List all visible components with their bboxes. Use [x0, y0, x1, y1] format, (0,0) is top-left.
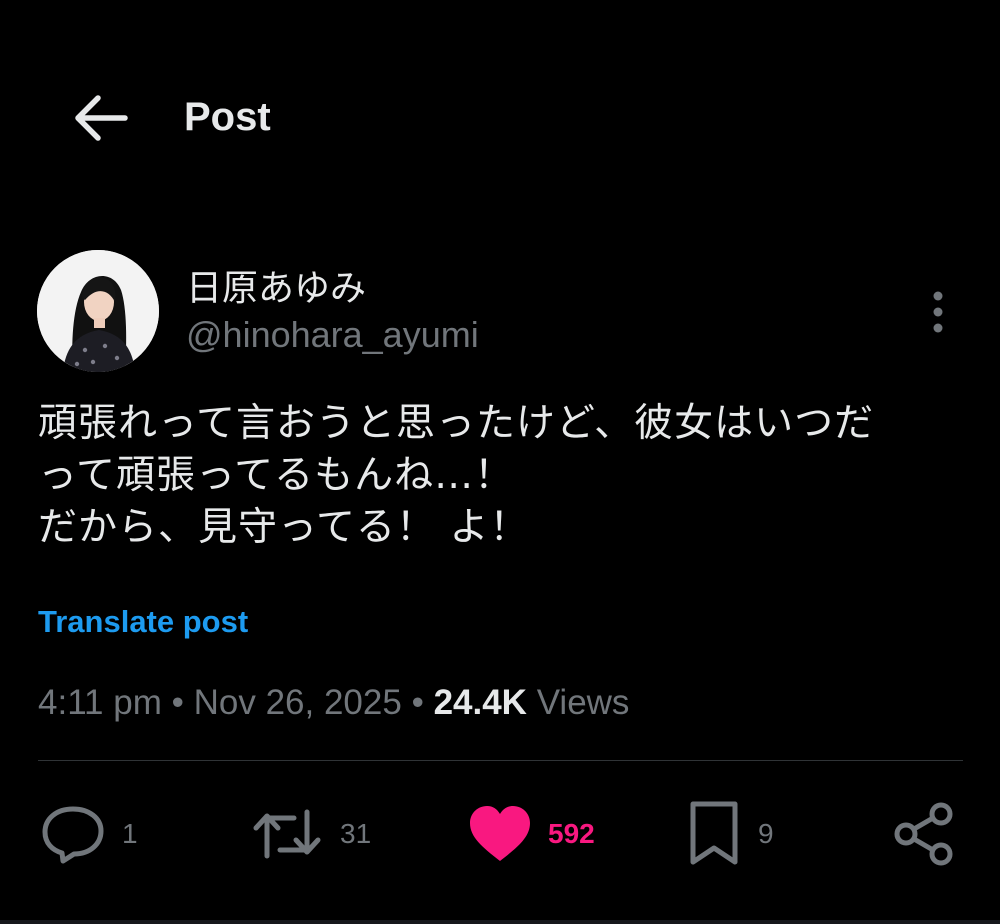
repost-icon [253, 809, 321, 859]
bookmark-icon [690, 801, 738, 865]
page-title: Post [184, 95, 271, 139]
like-count: 592 [548, 818, 595, 849]
meta-separator: • [171, 683, 184, 722]
post-meta: 4:11 pm • Nov 26, 2025 • 24.4K Views [38, 680, 629, 726]
repost-button[interactable]: 31 [250, 798, 371, 870]
bottom-edge [0, 920, 1000, 924]
post-text-line: だから、見守ってる！ よ！ [38, 505, 530, 550]
divider [38, 760, 963, 761]
author-handle[interactable]: @hinohara_ayumi [186, 312, 479, 358]
post-text-line: 頑張れって言おうと思ったけど、彼女はいつだ [38, 401, 875, 446]
author-display-name[interactable]: 日原あゆみ [186, 266, 366, 312]
arrow-left-icon [75, 95, 128, 141]
repost-count: 31 [340, 818, 372, 849]
meta-separator: • [411, 683, 424, 722]
share-icon [894, 802, 953, 866]
more-vertical-icon [933, 291, 943, 333]
profile-photo [37, 250, 159, 372]
back-button[interactable] [62, 88, 138, 148]
avatar[interactable] [37, 250, 159, 372]
reply-count: 1 [122, 818, 138, 849]
reply-icon [42, 806, 104, 864]
bookmark-count: 9 [758, 818, 774, 849]
post-time[interactable]: 4:11 pm [38, 683, 162, 722]
views-count[interactable]: 24.4K [434, 683, 527, 722]
reply-button[interactable]: 1 [40, 798, 138, 870]
post-text: 頑張れって言おうと思ったけど、彼女はいつだ って頑張ってるもんね…！ だから、見… [38, 398, 968, 554]
post-date[interactable]: Nov 26, 2025 [194, 683, 402, 722]
share-button[interactable] [892, 798, 958, 870]
bookmark-button[interactable]: 9 [686, 798, 774, 870]
translate-post-link[interactable]: Translate post [38, 602, 248, 642]
more-options-button[interactable] [918, 288, 958, 336]
views-label: Views [536, 683, 630, 722]
top-bar: Post [0, 0, 1000, 210]
heart-filled-icon [470, 806, 530, 861]
like-button[interactable]: 592 [468, 798, 595, 870]
post-text-line: って頑張ってるもんね…！ [38, 453, 515, 498]
